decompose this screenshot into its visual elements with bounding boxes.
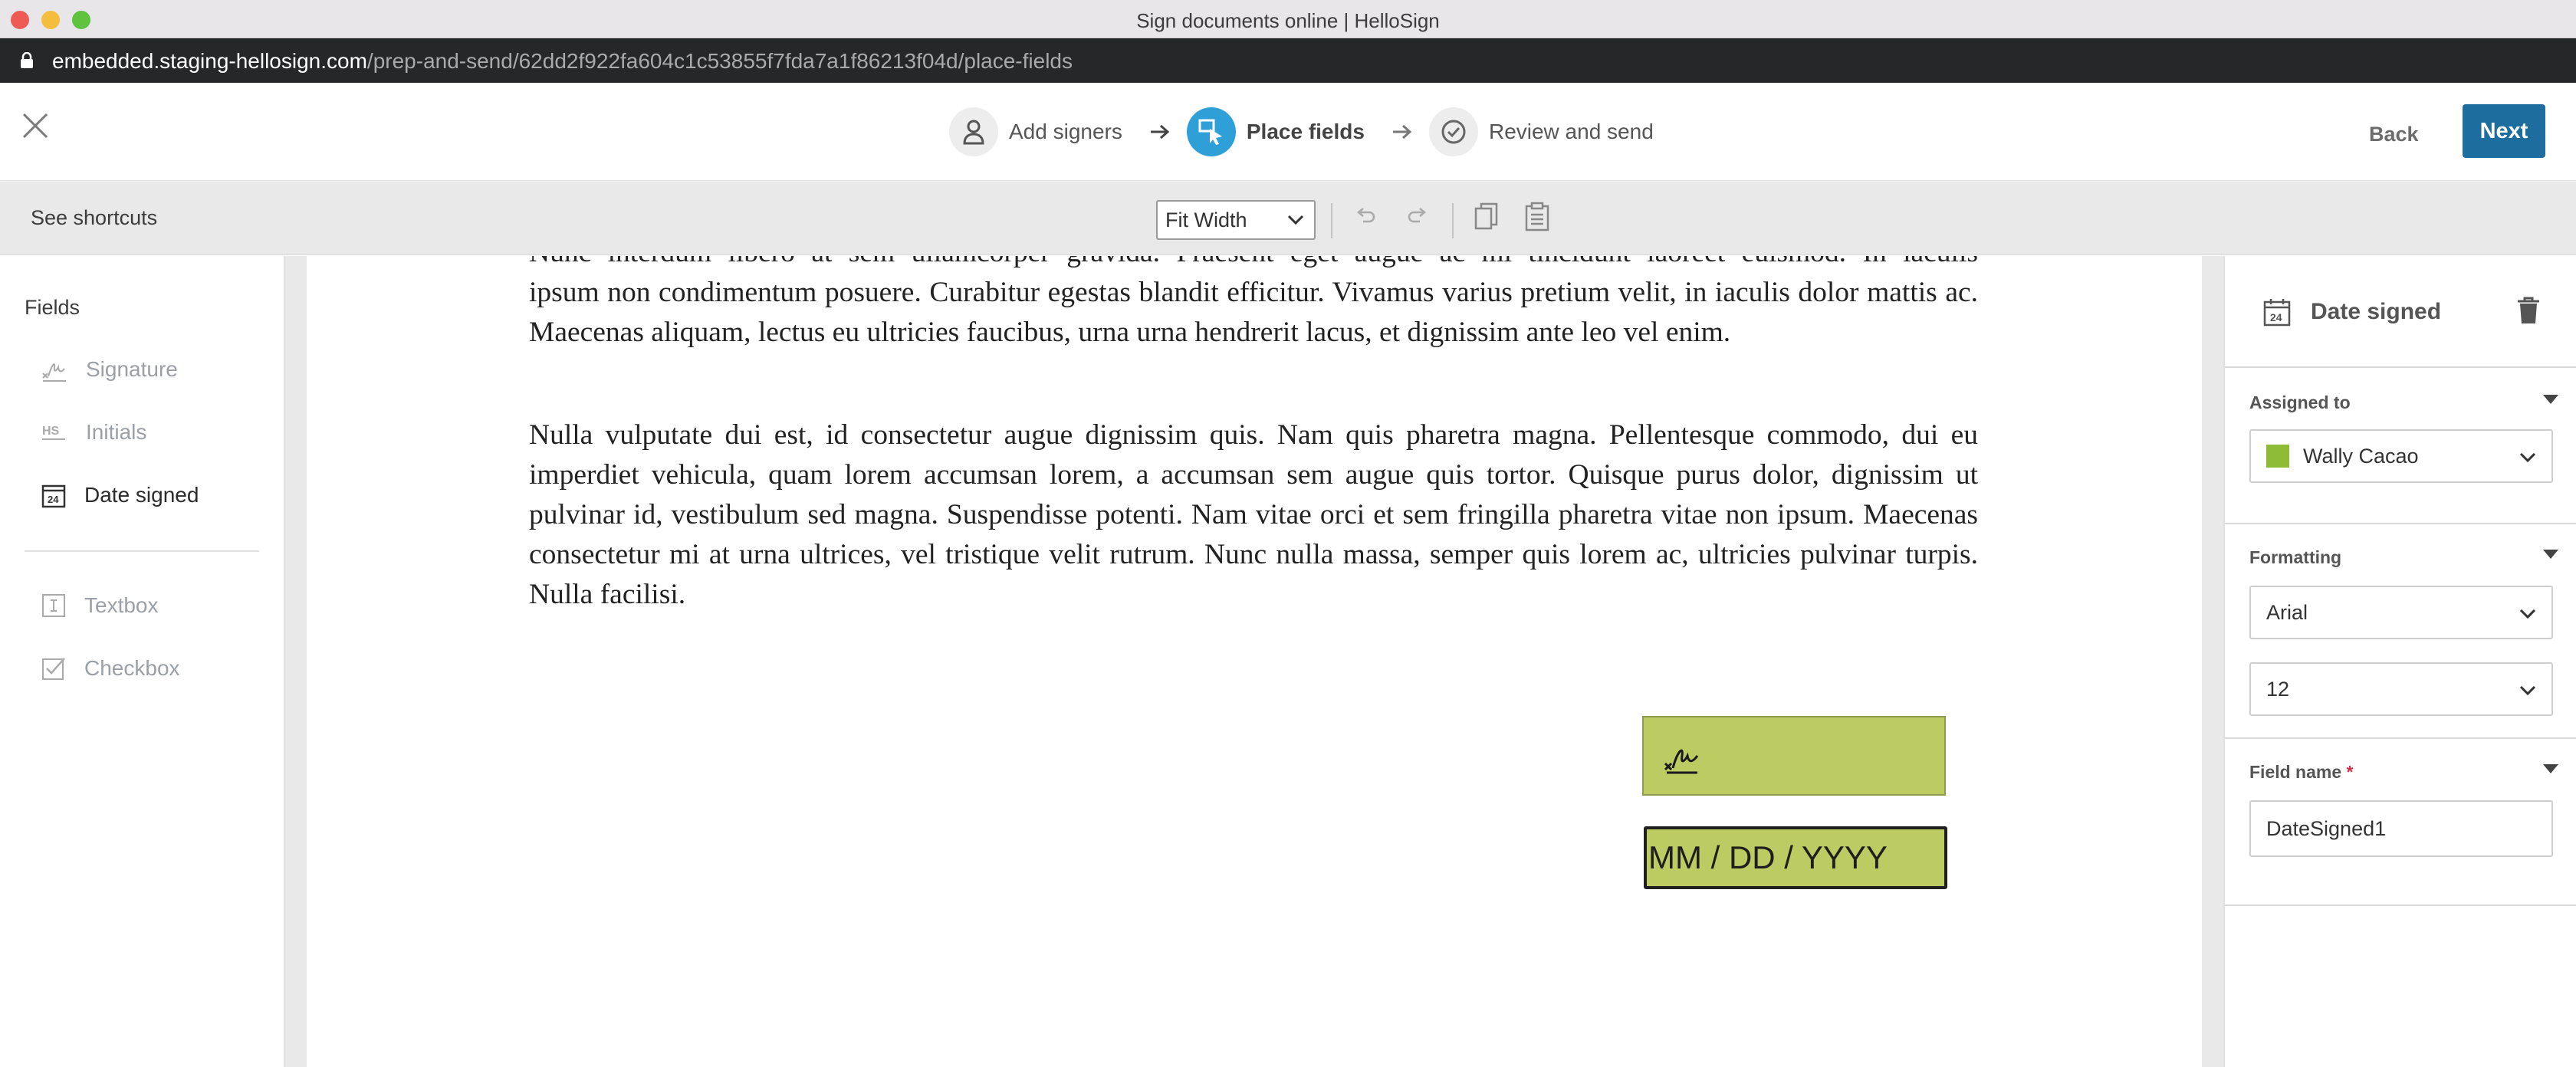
formatting-section: Formatting Arial 12 <box>2225 524 2576 739</box>
field-item-signature[interactable]: Signature <box>41 354 178 385</box>
editor-toolbar: See shortcuts Fit Width <box>0 182 2576 255</box>
checkbox-icon <box>41 656 66 681</box>
document-paragraph: ipsum non condimentum posuere. Curabitur… <box>529 277 1978 348</box>
properties-panel: 24 Date signed Assigned to Wally Cacao F… <box>2223 256 2576 1067</box>
url-host: embedded.staging-hellosign.com <box>52 49 367 73</box>
close-icon[interactable] <box>21 112 49 140</box>
see-shortcuts-link[interactable]: See shortcuts <box>31 206 157 230</box>
field-name-label: Field name * <box>2249 762 2354 783</box>
toolbar-divider <box>1452 203 1454 238</box>
field-item-label: Date signed <box>84 483 199 507</box>
collapse-caret-icon[interactable] <box>2542 394 2559 405</box>
step-label: Add signers <box>1009 120 1122 143</box>
field-name-label-text: Field name <box>2249 762 2342 782</box>
font-family-value: Arial <box>2266 600 2308 624</box>
step-label: Review and send <box>1488 120 1654 143</box>
chevron-down-icon <box>2519 452 2536 463</box>
step-place-fields[interactable]: Place fields <box>1186 107 1365 156</box>
url-text[interactable]: embedded.staging-hellosign.com/prep-and-… <box>52 49 1073 74</box>
fields-divider <box>25 550 259 552</box>
signature-icon <box>41 356 67 382</box>
properties-header: 24 Date signed <box>2225 256 2576 368</box>
app-header: Add signers Place fields Review and send… <box>0 83 2576 181</box>
signature-icon <box>1664 749 1699 774</box>
next-button[interactable]: Next <box>2463 104 2545 158</box>
document-paragraph-partial: Nunc interdum libero at sem ullamcorper … <box>529 256 1978 273</box>
step-add-signers[interactable]: Add signers <box>949 107 1122 156</box>
properties-title: Date signed <box>2311 299 2442 324</box>
person-icon <box>949 107 998 156</box>
field-item-label: Textbox <box>84 593 159 617</box>
address-bar[interactable]: embedded.staging-hellosign.com/prep-and-… <box>0 38 2576 83</box>
fields-panel-title: Fields <box>25 296 80 319</box>
assigned-to-section: Assigned to Wally Cacao <box>2225 368 2576 524</box>
place-fields-icon <box>1186 107 1236 156</box>
window-title: Sign documents online | HelloSign <box>1136 9 1440 32</box>
arrow-right-icon <box>1150 123 1170 140</box>
paste-icon[interactable] <box>1524 202 1550 232</box>
url-path: /prep-and-send/62dd2f922fa604c1c53855f7f… <box>366 49 1073 73</box>
date-signed-field[interactable]: MM / DD / YYYY <box>1644 826 1947 889</box>
field-item-label: Checkbox <box>84 656 180 680</box>
font-size-select[interactable]: 12 <box>2249 662 2553 716</box>
copy-icon[interactable] <box>1474 202 1500 232</box>
field-item-checkbox[interactable]: Checkbox <box>41 653 180 684</box>
arrow-right-icon <box>1392 123 1412 140</box>
assigned-to-label: Assigned to <box>2249 392 2351 412</box>
field-item-date-signed[interactable]: 24 Date signed <box>41 480 199 511</box>
fields-panel: Fields Signature HS Initials 24 Date sig… <box>0 256 285 1067</box>
step-label: Place fields <box>1246 120 1365 143</box>
check-circle-icon <box>1428 107 1478 156</box>
document-paragraph: Nulla vulputate dui est, id consectetur … <box>529 419 1978 610</box>
field-name-section: Field name * DateSigned1 <box>2225 739 2576 906</box>
redo-icon[interactable] <box>1406 205 1429 228</box>
chevron-down-icon <box>2519 685 2536 696</box>
signer-color-swatch <box>2266 445 2289 468</box>
chevron-down-icon <box>1287 215 1304 225</box>
zoom-select-value: Fit Width <box>1165 208 1247 231</box>
field-item-initials[interactable]: HS Initials <box>41 417 146 448</box>
back-button[interactable]: Back <box>2369 123 2419 146</box>
collapse-caret-icon[interactable] <box>2542 763 2559 774</box>
document-page[interactable]: Nunc interdum libero at sem ullamcorper … <box>307 256 2202 1067</box>
svg-text:24: 24 <box>2270 311 2282 323</box>
undo-icon[interactable] <box>1354 205 1377 228</box>
calendar-icon: 24 <box>2263 297 2291 327</box>
svg-text:HS: HS <box>42 425 60 438</box>
field-item-label: Initials <box>86 420 147 444</box>
progress-steps: Add signers Place fields Review and send <box>949 107 1654 156</box>
font-family-select[interactable]: Arial <box>2249 586 2553 639</box>
signature-field[interactable] <box>1642 716 1946 796</box>
toolbar-divider <box>1331 203 1332 238</box>
window-titlebar: Sign documents online | HelloSign <box>0 0 2576 38</box>
lock-icon <box>20 52 34 69</box>
document-canvas[interactable]: Nunc interdum libero at sem ullamcorper … <box>285 256 2223 1067</box>
assigned-to-value: Wally Cacao <box>2303 444 2419 468</box>
font-size-value: 12 <box>2266 677 2290 701</box>
collapse-caret-icon[interactable] <box>2542 549 2559 560</box>
svg-text:24: 24 <box>48 494 59 505</box>
zoom-select[interactable]: Fit Width <box>1156 200 1316 240</box>
formatting-label: Formatting <box>2249 547 2342 567</box>
required-marker: * <box>2346 762 2354 782</box>
trash-icon[interactable] <box>2516 296 2541 325</box>
field-item-label: Signature <box>86 357 178 381</box>
chevron-down-icon <box>2519 609 2536 619</box>
initials-icon: HS <box>41 419 67 445</box>
assigned-to-select[interactable]: Wally Cacao <box>2249 429 2553 483</box>
step-review-and-send[interactable]: Review and send <box>1428 107 1654 156</box>
field-item-textbox[interactable]: Textbox <box>41 590 159 621</box>
textbox-icon <box>41 593 66 618</box>
field-name-input[interactable]: DateSigned1 <box>2249 800 2553 857</box>
calendar-icon: 24 <box>41 482 66 508</box>
